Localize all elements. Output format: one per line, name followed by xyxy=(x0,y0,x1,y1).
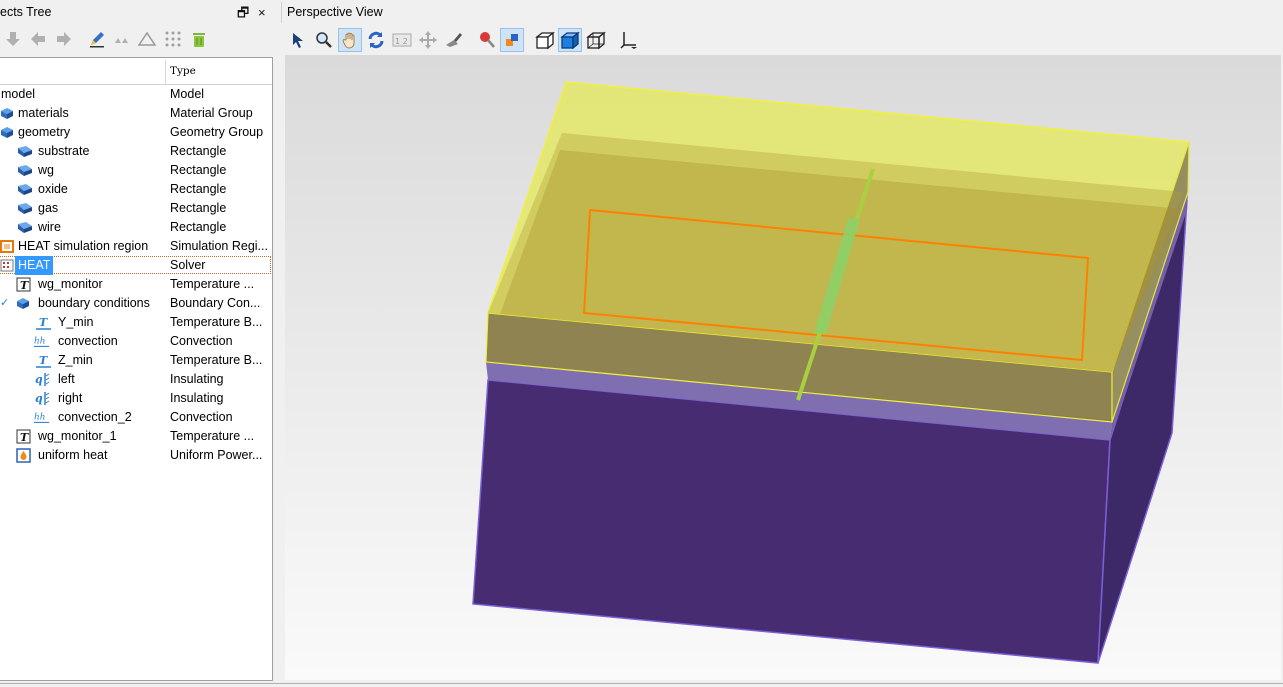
rectangle-icon xyxy=(18,165,32,176)
tree-header: Type xyxy=(0,58,272,85)
cube-outline-icon[interactable] xyxy=(533,28,557,52)
device-3d-render xyxy=(472,81,1191,664)
boundary-conditions-group-icon xyxy=(17,298,29,309)
grid-dots-icon[interactable] xyxy=(162,28,184,50)
svg-text:q: q xyxy=(35,392,43,405)
tree-row-heat[interactable]: HEAT Solver xyxy=(0,256,272,275)
view-mode-icon[interactable] xyxy=(500,28,524,52)
material-group-icon xyxy=(1,108,13,119)
tree-row-materials[interactable]: materials Material Group xyxy=(0,104,272,123)
insulating-icon: q xyxy=(35,392,50,405)
move-cross-icon[interactable] xyxy=(416,28,440,52)
float-panel-button[interactable]: 🗗 xyxy=(237,3,249,22)
tree-row-wg-monitor-1[interactable]: T wg_monitor_1 Temperature ... xyxy=(0,427,272,446)
simulation-region-icon xyxy=(0,240,14,253)
tree-row-model[interactable]: model Model xyxy=(0,85,272,104)
rectangle-icon xyxy=(18,184,32,195)
tree-row-gas[interactable]: gas Rectangle xyxy=(0,199,272,218)
rectangle-icon xyxy=(18,222,32,233)
view-toolbar: 1 2 xyxy=(281,24,1283,56)
geometry-group-icon xyxy=(1,127,13,138)
rectangle-icon xyxy=(18,146,32,157)
svg-text:ℎℎ: ℎℎ xyxy=(34,337,45,347)
temperature-boundary-icon: T xyxy=(36,316,51,330)
objects-tree: Type model Model materials Material Grou… xyxy=(0,57,273,681)
ruler-icon[interactable]: 1 2 xyxy=(390,28,414,52)
objects-tree-title: ects Tree xyxy=(0,5,52,19)
tree-row-left[interactable]: q left Insulating xyxy=(0,370,272,389)
objects-toolbar xyxy=(0,24,276,56)
edit-pencil-icon[interactable] xyxy=(86,28,108,50)
objects-tree-panel: ects Tree 🗗 × Type model Model materials… xyxy=(0,0,276,687)
tree-row-y-min[interactable]: T Y_min Temperature B... xyxy=(0,313,272,332)
perspective-view-title: Perspective View xyxy=(287,5,383,19)
move-right-icon[interactable] xyxy=(53,28,75,50)
tree-row-boundary-conditions[interactable]: ✓ boundary conditions Boundary Con... xyxy=(0,294,272,313)
tree-row-wg[interactable]: wg Rectangle xyxy=(0,161,272,180)
type-column-header[interactable]: Type xyxy=(170,65,196,77)
insulating-icon: q xyxy=(35,373,50,386)
tree-row-z-min[interactable]: T Z_min Temperature B... xyxy=(0,351,272,370)
convection-icon: ℎℎ xyxy=(34,413,50,423)
convection-icon: ℎℎ xyxy=(34,337,50,347)
perspective-view-titlebar xyxy=(281,2,1283,23)
tree-row-uniform-heat[interactable]: uniform heat Uniform Power... xyxy=(0,446,272,465)
tree-row-substrate[interactable]: substrate Rectangle xyxy=(0,142,272,161)
trash-icon[interactable] xyxy=(188,28,210,50)
temperature-boundary-icon: T xyxy=(36,354,51,368)
move-left-icon[interactable] xyxy=(27,28,49,50)
tree-row-right[interactable]: q right Insulating xyxy=(0,389,272,408)
rectangle-icon xyxy=(18,203,32,214)
solver-icon xyxy=(0,259,14,272)
svg-text:T: T xyxy=(20,431,29,444)
close-panel-button[interactable]: × xyxy=(258,3,266,22)
small-mountains-icon[interactable] xyxy=(111,28,133,50)
temperature-monitor-icon: T xyxy=(16,277,31,292)
paint-tool-icon[interactable] xyxy=(442,28,466,52)
column-separator[interactable] xyxy=(165,60,166,84)
axes-icon[interactable] xyxy=(617,28,641,52)
checkmark-icon: ✓ xyxy=(0,297,10,309)
rotate-icon[interactable] xyxy=(364,28,388,52)
svg-text:T: T xyxy=(39,354,48,367)
tree-row-convection[interactable]: ℎℎ convection Convection xyxy=(0,332,272,351)
pan-hand-icon[interactable] xyxy=(338,28,362,52)
perspective-view-panel: Perspective View 1 2 xyxy=(281,0,1283,687)
svg-text:T: T xyxy=(39,316,48,329)
cube-wireframe-icon[interactable] xyxy=(584,28,608,52)
tree-row-oxide[interactable]: oxide Rectangle xyxy=(0,180,272,199)
uniform-heat-icon xyxy=(16,448,31,463)
move-down-icon[interactable] xyxy=(2,28,24,50)
clear-pin-icon[interactable] xyxy=(475,28,499,52)
svg-text:T: T xyxy=(20,279,29,292)
cube-solid-icon[interactable] xyxy=(558,28,582,52)
zoom-magnifier-icon[interactable] xyxy=(312,28,336,52)
tree-row-heat-simulation-region[interactable]: HEAT simulation region Simulation Regi..… xyxy=(0,237,272,256)
window-bottom-border xyxy=(0,683,1283,684)
tree-row-geometry[interactable]: geometry Geometry Group xyxy=(0,123,272,142)
svg-text:q: q xyxy=(35,373,43,386)
tree-row-wg-monitor[interactable]: T wg_monitor Temperature ... xyxy=(0,275,272,294)
large-mountain-icon[interactable] xyxy=(136,28,158,50)
tree-row-wire[interactable]: wire Rectangle xyxy=(0,218,272,237)
tree-row-convection-2[interactable]: ℎℎ convection_2 Convection xyxy=(0,408,272,427)
select-arrow-icon[interactable] xyxy=(286,28,310,52)
svg-text:1 2: 1 2 xyxy=(395,37,408,46)
3d-viewport[interactable] xyxy=(285,55,1281,680)
temperature-monitor-icon: T xyxy=(16,429,31,444)
svg-text:ℎℎ: ℎℎ xyxy=(34,413,45,423)
